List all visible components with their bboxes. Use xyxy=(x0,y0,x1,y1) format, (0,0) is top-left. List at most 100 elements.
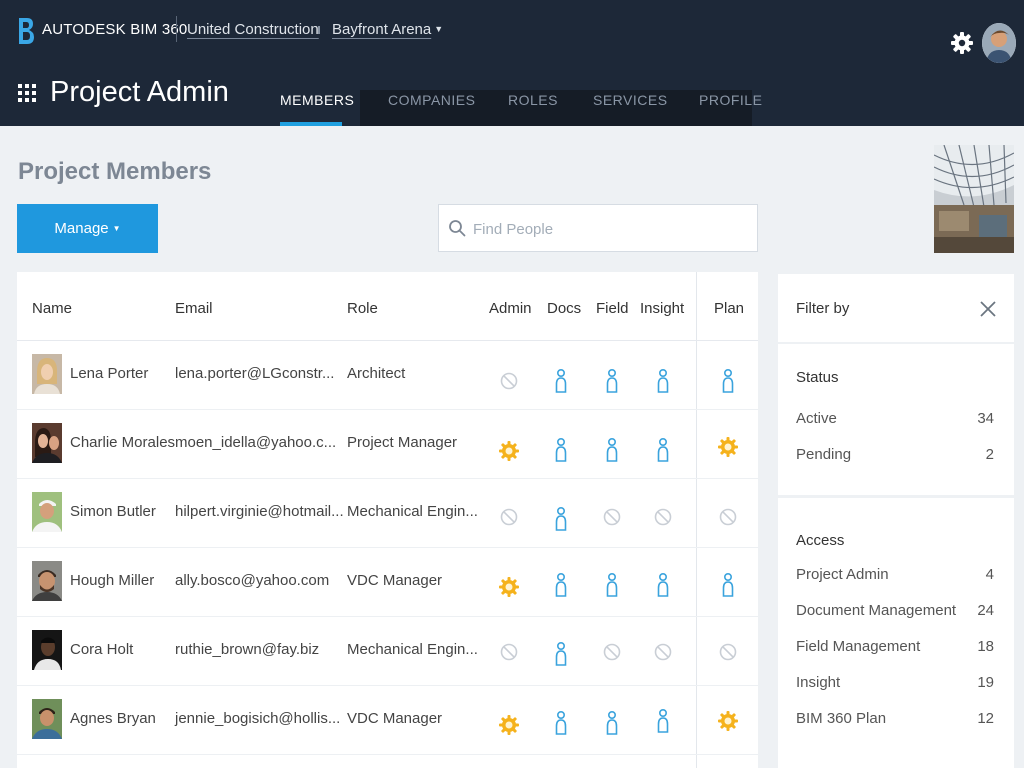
active-tab-indicator xyxy=(280,122,342,126)
member-email: ruthie_brown@fay.biz xyxy=(175,641,320,658)
filter-count: 12 xyxy=(977,710,994,727)
manage-button-label: Manage xyxy=(54,220,109,237)
insight-none-icon xyxy=(654,508,672,526)
insight-none-icon xyxy=(654,643,672,661)
insight-user-icon xyxy=(657,437,669,462)
member-name[interactable]: Hough Miller xyxy=(70,572,154,589)
insight-user-icon xyxy=(657,368,669,393)
filter-panel-header: Filter by xyxy=(778,274,1014,342)
tab-services[interactable]: SERVICES xyxy=(593,92,668,108)
member-name[interactable]: Cora Holt xyxy=(70,641,133,658)
member-name[interactable]: Agnes Bryan xyxy=(70,710,156,727)
plan-none-icon xyxy=(719,508,737,526)
member-email: ally.bosco@yahoo.com xyxy=(175,572,330,589)
docs-user-icon xyxy=(555,641,567,666)
column-header-insight[interactable]: Insight xyxy=(640,300,684,317)
filter-option-active[interactable]: Active xyxy=(796,410,837,427)
search-box[interactable] xyxy=(438,204,758,252)
user-avatar[interactable] xyxy=(982,23,1016,63)
filter-option-field-management[interactable]: Field Management xyxy=(796,638,920,655)
member-name[interactable]: Charlie Morales xyxy=(70,434,175,451)
plan-admin-badge-icon xyxy=(718,437,738,457)
app-title: Project Admin xyxy=(50,76,229,108)
table-row[interactable]: Lena Porter lena.porter@LGconstr... Arch… xyxy=(17,341,758,410)
field-user-icon xyxy=(606,368,618,393)
table-row[interactable]: Hough Miller ally.bosco@yahoo.com VDC Ma… xyxy=(17,548,758,617)
table-row[interactable]: Charlie Morales moen_idella@yahoo.c... P… xyxy=(17,410,758,479)
filter-status-title: Status xyxy=(796,369,839,386)
field-user-icon xyxy=(606,572,618,597)
project-thumbnail xyxy=(934,145,1014,253)
table-row[interactable]: Agnes Bryan jennie_bogisich@hollis... VD… xyxy=(17,686,758,755)
caret-down-icon: ▼ xyxy=(112,224,121,233)
docs-user-icon xyxy=(555,506,567,531)
tab-profile[interactable]: PROFILE xyxy=(699,92,762,108)
admin-none-icon xyxy=(500,372,518,390)
member-photo xyxy=(32,699,62,739)
filter-title: Filter by xyxy=(796,300,850,317)
breadcrumb-separator xyxy=(318,26,320,34)
tab-roles[interactable]: ROLES xyxy=(508,92,558,108)
filter-access-title: Access xyxy=(796,532,845,549)
filter-option-document-management[interactable]: Document Management xyxy=(796,602,956,619)
filter-count: 19 xyxy=(977,674,994,691)
member-photo xyxy=(32,630,62,670)
member-photo xyxy=(32,354,62,394)
column-header-name[interactable]: Name xyxy=(32,300,72,317)
app-switcher-icon[interactable] xyxy=(18,84,38,104)
column-header-plan[interactable]: Plan xyxy=(714,300,744,317)
column-header-docs[interactable]: Docs xyxy=(547,300,581,317)
filter-count: 18 xyxy=(977,638,994,655)
account-selector[interactable]: United Construction xyxy=(187,21,319,38)
admin-badge-icon xyxy=(499,577,519,597)
filter-status-section: Status Active 34 Pending 2 xyxy=(778,344,1014,495)
docs-user-icon xyxy=(555,710,567,735)
filter-count: 2 xyxy=(985,446,994,463)
column-header-admin[interactable]: Admin xyxy=(489,300,532,317)
manage-button[interactable]: Manage ▼ xyxy=(17,204,158,253)
table-row[interactable]: Cora Holt ruthie_brown@fay.biz Mechanica… xyxy=(17,617,758,686)
docs-user-icon xyxy=(555,368,567,393)
filter-option-insight[interactable]: Insight xyxy=(796,674,840,691)
plan-admin-badge-icon xyxy=(718,711,738,731)
filter-option-project-admin[interactable]: Project Admin xyxy=(796,566,889,583)
member-role: Mechanical Engin... xyxy=(347,641,478,658)
page-title: Project Members xyxy=(18,158,212,185)
admin-none-icon xyxy=(500,643,518,661)
search-input[interactable] xyxy=(473,217,743,241)
filter-option-bim-360-plan[interactable]: BIM 360 Plan xyxy=(796,710,886,727)
bim360-logo-icon[interactable] xyxy=(16,16,36,46)
member-role: Architect xyxy=(347,365,406,382)
project-selector[interactable]: Bayfront Arena ▼ xyxy=(332,21,443,38)
member-role: Mechanical Engin... xyxy=(347,503,478,520)
column-header-email[interactable]: Email xyxy=(175,300,213,317)
tab-members[interactable]: MEMBERS xyxy=(280,92,354,108)
close-icon[interactable] xyxy=(978,299,998,319)
table-row[interactable]: Simon Butler hilpert.virginie@hotmail...… xyxy=(17,479,758,548)
chevron-down-icon: ▼ xyxy=(434,24,444,34)
tab-companies[interactable]: COMPANIES xyxy=(388,92,475,108)
admin-none-icon xyxy=(500,508,518,526)
admin-badge-icon xyxy=(499,441,519,461)
member-email: jennie_bogisich@hollis... xyxy=(175,710,341,727)
member-name[interactable]: Lena Porter xyxy=(70,365,148,382)
filter-count: 34 xyxy=(977,410,994,427)
member-role: Project Manager xyxy=(347,434,458,451)
admin-badge-icon xyxy=(499,715,519,735)
brand-name: AUTODESK BIM 360 xyxy=(42,21,188,38)
filter-option-pending[interactable]: Pending xyxy=(796,446,851,463)
member-role: VDC Manager xyxy=(347,710,443,727)
search-icon xyxy=(449,220,466,237)
member-photo xyxy=(32,492,62,532)
field-none-icon xyxy=(603,643,621,661)
field-none-icon xyxy=(603,508,621,526)
gear-icon[interactable] xyxy=(949,30,975,56)
member-email: moen_idella@yahoo.c... xyxy=(175,434,337,451)
member-role: VDC Manager xyxy=(347,572,443,589)
filter-count: 4 xyxy=(985,566,994,583)
member-email: hilpert.virginie@hotmail... xyxy=(175,503,344,520)
column-header-role[interactable]: Role xyxy=(347,300,378,317)
member-name[interactable]: Simon Butler xyxy=(70,503,156,520)
member-email: lena.porter@LGconstr... xyxy=(175,365,335,382)
column-header-field[interactable]: Field xyxy=(596,300,629,317)
